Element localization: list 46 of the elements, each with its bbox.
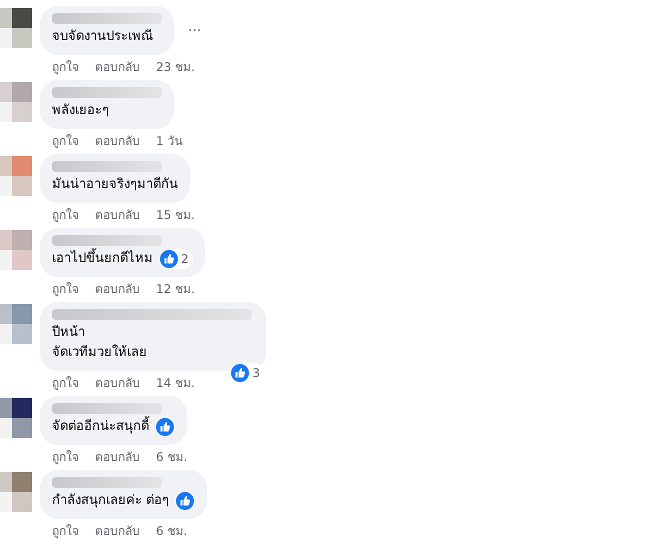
like-link[interactable]: ถูกใจ bbox=[52, 375, 79, 391]
blurred-avatar bbox=[0, 8, 32, 48]
blurred-avatar bbox=[0, 398, 32, 438]
blurred-avatar bbox=[0, 82, 32, 122]
like-link[interactable]: ถูกใจ bbox=[52, 523, 79, 539]
reply-link[interactable]: ตอบกลับ bbox=[95, 449, 140, 465]
reply-link[interactable]: ตอบกลับ bbox=[95, 523, 140, 539]
blurred-avatar bbox=[0, 304, 32, 344]
timestamp: 12 ชม. bbox=[156, 281, 195, 297]
comment-text: เอาไปขึ้นยกดีไหม bbox=[52, 249, 153, 269]
like-icon bbox=[160, 250, 178, 268]
like-icon bbox=[176, 492, 194, 510]
timestamp: 15 ชม. bbox=[156, 207, 195, 223]
blurred-avatar bbox=[0, 156, 32, 196]
comment-text: มันน่าอายจริงๆมาตีกัน bbox=[52, 176, 178, 194]
like-link[interactable]: ถูกใจ bbox=[52, 59, 79, 75]
like-link[interactable]: ถูกใจ bbox=[52, 281, 79, 297]
reply-link[interactable]: ตอบกลับ bbox=[95, 207, 140, 223]
timestamp: 6 ชม. bbox=[156, 523, 188, 539]
comment-text: กำลังสนุกเลยค่ะ ต่อๆ bbox=[52, 492, 170, 510]
more-options-button[interactable]: ··· bbox=[188, 24, 202, 38]
timestamp: 23 ชม. bbox=[156, 59, 195, 75]
like-link[interactable]: ถูกใจ bbox=[52, 133, 79, 149]
reaction-badge[interactable]: 3 bbox=[230, 363, 264, 383]
timestamp: 1 วัน bbox=[156, 133, 182, 149]
timestamp: 6 ชม. bbox=[156, 449, 188, 465]
like-icon bbox=[231, 364, 250, 382]
like-link[interactable]: ถูกใจ bbox=[52, 207, 79, 223]
comment-text: พลังเยอะๆ bbox=[52, 102, 109, 120]
reply-link[interactable]: ตอบกลับ bbox=[95, 59, 140, 75]
timestamp: 14 ชม. bbox=[156, 375, 195, 391]
reaction-badge[interactable]: 2 bbox=[159, 249, 193, 269]
like-link[interactable]: ถูกใจ bbox=[52, 449, 79, 465]
reaction-badge[interactable] bbox=[155, 417, 175, 437]
comment-text: ปีหน้า จัดเวทีมวยให้เลย bbox=[52, 324, 147, 362]
reply-link[interactable]: ตอบกลับ bbox=[95, 133, 140, 149]
reply-link[interactable]: ตอบกลับ bbox=[95, 281, 140, 297]
blurred-avatar bbox=[0, 472, 32, 512]
blurred-avatar bbox=[0, 230, 32, 270]
comment-text: จบจัดงานประเพณี bbox=[52, 28, 153, 46]
reply-link[interactable]: ตอบกลับ bbox=[95, 375, 140, 391]
reaction-badge[interactable] bbox=[175, 491, 196, 511]
reaction-count: 2 bbox=[181, 251, 189, 267]
like-icon bbox=[156, 418, 174, 436]
reaction-count: 3 bbox=[252, 365, 260, 381]
comment-text: จัดต่ออีกน่ะสนุกดี้ bbox=[52, 417, 149, 437]
